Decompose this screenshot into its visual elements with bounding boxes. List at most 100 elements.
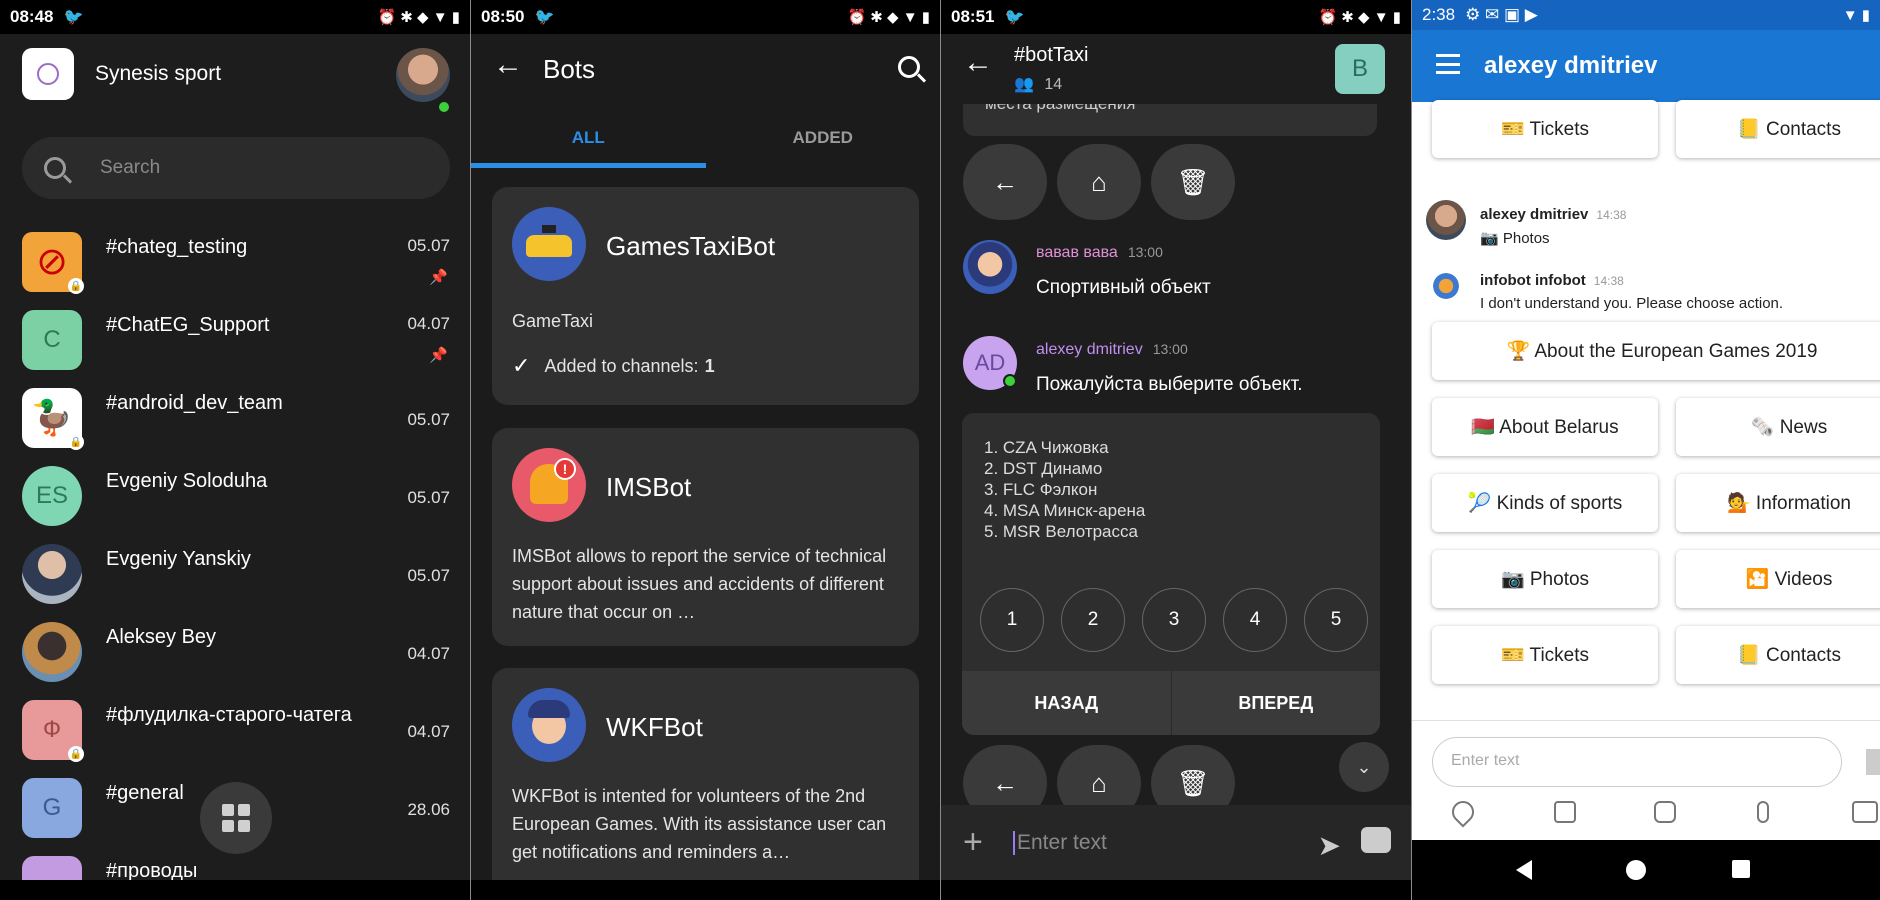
home-icon[interactable]: ⌂ [1057, 144, 1141, 220]
image-icon[interactable] [1554, 801, 1576, 823]
bot-keyboard: 1. CZA Чижовка 2. DST Динамо 3. FLC Фэлк… [962, 413, 1380, 735]
chat-item[interactable]: Evgeniy Yanskiy 05.07 [0, 536, 470, 614]
search-input[interactable]: Search [22, 137, 450, 199]
nav-home-icon[interactable] [1626, 860, 1646, 880]
keyboard-button-wide[interactable]: 🏆 About the European Games 2019 [1432, 322, 1880, 380]
chat-item[interactable]: Ф 🔒 #флудилка-старого-чатега 04.07 [0, 692, 470, 770]
chat-item[interactable]: C #ChatEG_Support 04.07 📌 [0, 302, 470, 380]
org-logo[interactable] [22, 48, 74, 100]
keyboard-button[interactable]: 📒 Contacts [1676, 100, 1880, 158]
twitter-icon: 🐦 [63, 9, 84, 26]
author-avatar [1426, 266, 1466, 306]
keyboard-button[interactable]: 🇧🇾 About Belarus [1432, 398, 1658, 456]
keyboard-nav: НАЗАД ВПЕРЕД [962, 671, 1380, 735]
keyboard-button[interactable]: 🎦 Videos [1676, 550, 1880, 608]
tab-bar: ALL ADDED [471, 106, 940, 168]
message-text: 📷 Photos [1480, 230, 1550, 247]
keyboard-button[interactable]: 🎫 Tickets [1432, 626, 1658, 684]
attachment-icon[interactable] [1757, 801, 1769, 823]
author-name: вавав вава [1036, 244, 1118, 261]
keyboard-button[interactable]: 📷 Photos [1432, 550, 1658, 608]
message-input[interactable]: Enter text [1432, 737, 1842, 787]
lock-icon: 🔒 [68, 434, 84, 450]
send-icon[interactable]: ➤ [1318, 829, 1341, 862]
bot-card[interactable]: GamesTaxiBot GameTaxi ✓ Added to channel… [492, 187, 919, 405]
chat-name: Evgeniy Soloduha [106, 470, 268, 492]
forward-nav-button[interactable]: ВПЕРЕД [1170, 671, 1381, 735]
app-bar: ← #botTaxi 👥 14 B [941, 34, 1411, 104]
trash-icon[interactable]: 🗑 [1151, 144, 1235, 220]
chat-name: #android_dev_team [106, 392, 283, 414]
chat-name: #ChatEG_Support [106, 314, 270, 336]
header: Synesis sport [0, 34, 470, 114]
keyboard-button[interactable]: 🎾 Kinds of sports [1432, 474, 1658, 532]
message-input[interactable]: Enter text [1013, 831, 1107, 855]
bot-description: IMSBot allows to report the service of t… [512, 546, 887, 622]
chat-list-screen: 08:48 🐦 ⏰ ✱ ◆ ▼ ▮ Synesis sport Search ⊘… [0, 0, 470, 900]
status-icons: ⏰ ✱ ◆ ▼ ▮ [377, 9, 460, 26]
keyboard-button[interactable]: 📒 Contacts [1676, 626, 1880, 684]
number-button-5[interactable]: 5 [1304, 588, 1368, 652]
plus-icon[interactable]: + [963, 823, 983, 862]
chat-name: Aleksey Bey [106, 626, 217, 648]
message-header: вавав вава 13:00 [1036, 244, 1163, 262]
back-arrow-icon[interactable]: ← [493, 48, 523, 82]
keyboard-button[interactable]: 🎫 Tickets [1432, 100, 1658, 158]
menu-icon[interactable] [1436, 54, 1460, 74]
notification-icons: ⚙ ✉ ▣ ▶ [1465, 5, 1538, 24]
chat-avatar: G [22, 778, 82, 838]
option-item: 5. MSR Велотрасса [984, 522, 1138, 541]
chat-date: 05.07 [407, 410, 450, 429]
channel-title: #botTaxi [1014, 44, 1089, 66]
bot-card[interactable]: ! IMSBot IMSBot allows to report the ser… [492, 428, 919, 646]
back-nav-button[interactable]: НАЗАД [962, 671, 1171, 735]
location-icon[interactable] [1447, 796, 1479, 828]
tab-added[interactable]: ADDED [706, 106, 941, 168]
keyboard-button[interactable]: 💁 Information [1676, 474, 1880, 532]
status-bar: 08:51 🐦 ⏰ ✱ ◆ ▼ ▮ [941, 0, 1411, 34]
status-icons: ⏰ ✱ ◆ ▼ ▮ [1318, 9, 1401, 26]
no-bug-icon: ⊘ [36, 241, 68, 283]
robot-icon[interactable] [1852, 801, 1878, 823]
robot-icon[interactable] [1361, 827, 1391, 853]
number-button-4[interactable]: 4 [1223, 588, 1287, 652]
number-button-3[interactable]: 3 [1142, 588, 1206, 652]
chat-item[interactable]: ES Evgeniy Soloduha 05.07 [0, 458, 470, 536]
apps-grid-button[interactable] [200, 782, 272, 854]
lock-icon: 🔒 [68, 278, 84, 294]
number-button-2[interactable]: 2 [1061, 588, 1125, 652]
number-button-1[interactable]: 1 [980, 588, 1044, 652]
chat-name: Evgeniy Yanskiy [106, 548, 251, 570]
bot-taxi-chat-screen: 08:51 🐦 ⏰ ✱ ◆ ▼ ▮ места размещения ← #bo… [941, 0, 1411, 900]
camera-icon[interactable] [1654, 801, 1676, 823]
option-item: 4. MSA Минск-арена [984, 501, 1146, 520]
status-icons: ▼ ▮ [1842, 7, 1870, 24]
message-text: Спортивный объект [1036, 277, 1211, 298]
nav-recents-icon[interactable] [1732, 860, 1750, 878]
chat-item[interactable]: 🦆 🔒 #android_dev_team 05.07 [0, 380, 470, 458]
twitter-icon: 🐦 [534, 9, 555, 26]
keyboard-button[interactable]: 🗞️ News [1676, 398, 1880, 456]
bot-card[interactable]: WKFBot WKFBot is intented for volunteers… [492, 668, 919, 900]
user-avatar[interactable] [396, 48, 450, 102]
bot-name: GamesTaxiBot [606, 231, 776, 261]
message-text: I don't understand you. Please choose ac… [1480, 295, 1784, 312]
chat-item[interactable]: ⊘ 🔒 #chateg_testing 05.07 📌 [0, 224, 470, 302]
chat-date: 28.06 [407, 800, 450, 819]
search-icon[interactable] [898, 56, 920, 78]
check-icon: ✓ [512, 353, 531, 378]
tab-all[interactable]: ALL [471, 106, 706, 168]
send-icon[interactable] [1866, 749, 1880, 775]
chat-avatar: 🦆 🔒 [22, 388, 84, 450]
nav-back-icon[interactable] [1516, 860, 1532, 880]
channel-avatar[interactable]: B [1335, 44, 1385, 94]
chat-item[interactable]: Aleksey Bey 04.07 [0, 614, 470, 692]
chat-avatar: ES [22, 466, 82, 526]
app-bar: ← Bots [471, 34, 940, 106]
chat-avatar: C [22, 310, 82, 370]
back-arrow-icon[interactable]: ← [963, 144, 1047, 220]
org-name: Synesis sport [95, 62, 222, 85]
back-arrow-icon[interactable]: ← [963, 46, 993, 80]
chevron-down-icon[interactable]: ⌄ [1339, 742, 1389, 792]
chat-date: 04.07 [407, 722, 450, 741]
